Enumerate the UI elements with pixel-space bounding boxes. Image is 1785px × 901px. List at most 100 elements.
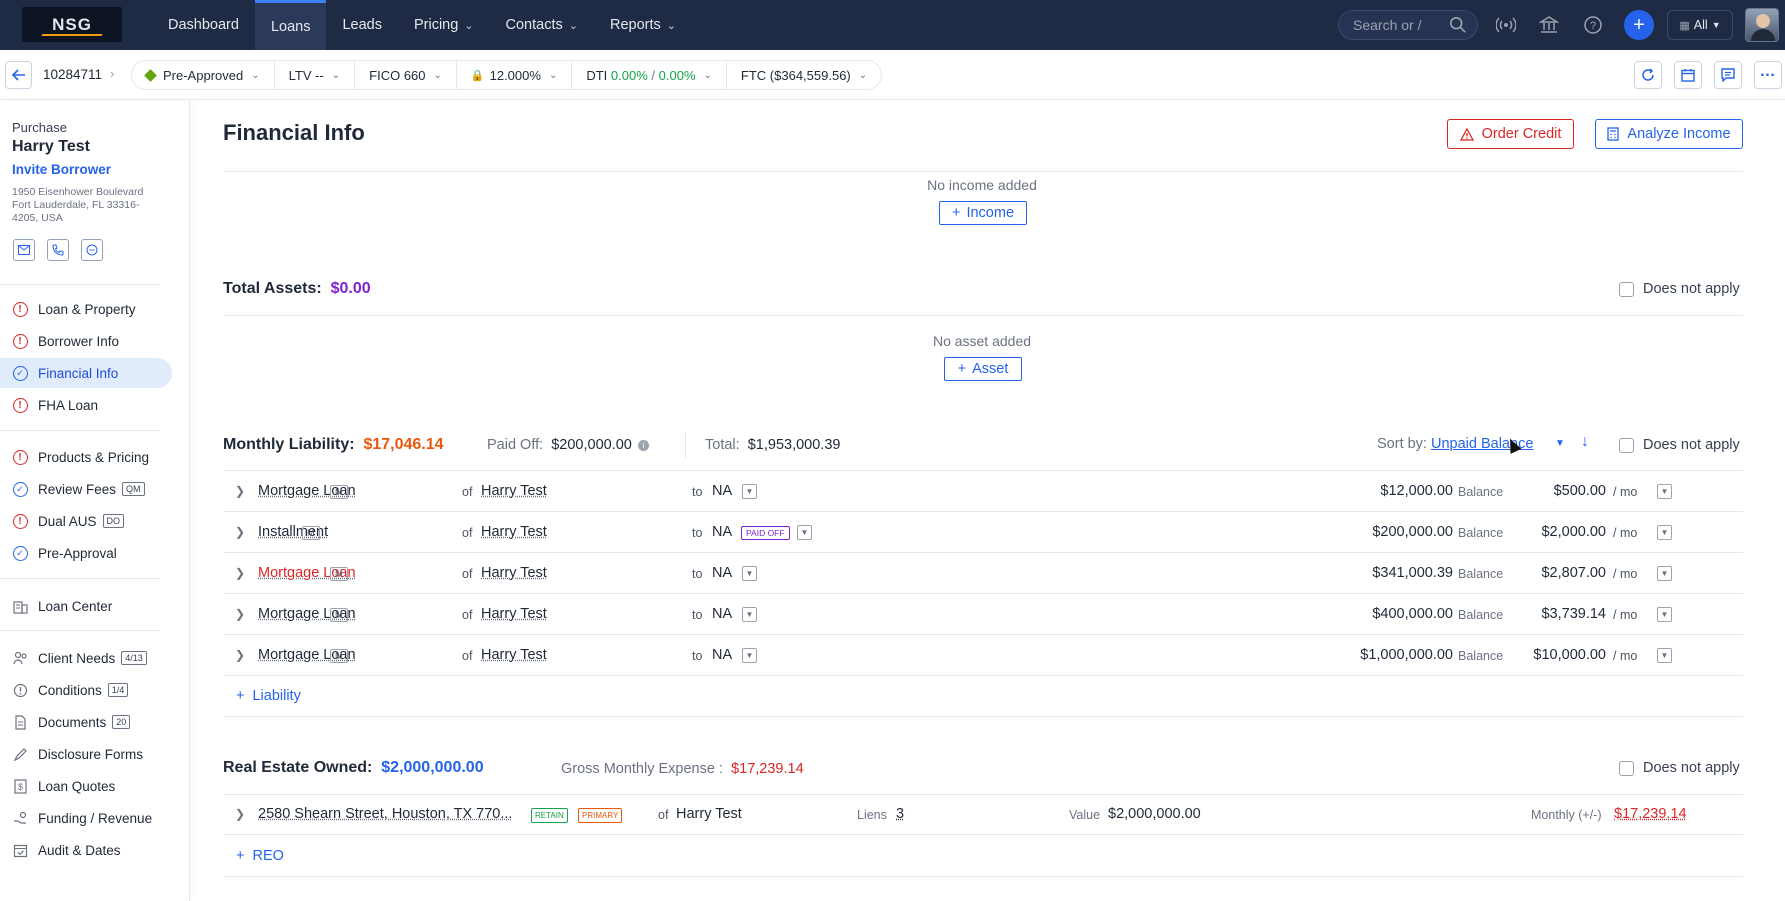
chevron-down-icon[interactable]: ▼ <box>742 648 757 663</box>
loan-number[interactable]: 10284711 <box>43 67 102 82</box>
nav-pricing[interactable]: Pricing ⌄ <box>398 0 490 50</box>
liability-badge: M <box>330 485 348 499</box>
liability-row[interactable]: ❯ Mortgage Loan Mof Harry Test to NA ▼ $12,000.… <box>223 471 1743 512</box>
sidebar-item-review-fees[interactable]: ✓ Review Fees QM <box>0 474 172 504</box>
ftc-chip[interactable]: FTC ($364,559.56) ⌄ <box>727 60 881 90</box>
chevron-down-icon[interactable]: ▼ <box>742 484 757 499</box>
ellipsis-icon: … <box>1759 63 1777 80</box>
add-asset-button[interactable]: + Asset <box>944 357 1022 381</box>
sidebar-item-conditions[interactable]: Conditions 1/4 <box>0 675 172 705</box>
scope-selector[interactable]: ▦ All ▼ <box>1667 10 1733 40</box>
assets-does-not-apply[interactable]: Does not apply <box>1619 281 1740 297</box>
messages-button[interactable] <box>1714 61 1742 89</box>
add-reo-button[interactable]: + REO <box>236 848 284 864</box>
sidebar-item-funding-revenue[interactable]: Funding / Revenue <box>0 803 172 833</box>
sidebar-item-loan-quotes[interactable]: $ Loan Quotes <box>0 771 172 801</box>
chevron-down-icon[interactable]: ▼ <box>797 525 812 540</box>
liability-borrower-link[interactable]: Harry Test <box>481 606 547 622</box>
chevron-down-icon[interactable]: ▼ <box>1657 607 1672 622</box>
help-icon[interactable]: ? <box>1581 13 1605 37</box>
company-logo[interactable]: NSG <box>22 7 122 42</box>
reo-does-not-apply[interactable]: Does not apply <box>1619 760 1740 776</box>
chevron-down-icon[interactable]: ▼ <box>1657 648 1672 663</box>
chevron-down-icon[interactable]: ▼ <box>742 566 757 581</box>
rate-chip[interactable]: 🔒 12.000% ⌄ <box>457 60 573 90</box>
nav-dashboard[interactable]: Dashboard <box>152 0 255 50</box>
call-button[interactable] <box>47 239 69 261</box>
analyze-income-button[interactable]: Analyze Income <box>1595 119 1743 149</box>
liability-borrower-link[interactable]: Harry Test <box>481 483 547 499</box>
liability-borrower-link[interactable]: Harry Test <box>481 647 547 663</box>
hand-coin-icon <box>12 810 28 826</box>
chevron-right-icon[interactable]: ❯ <box>235 484 245 498</box>
order-credit-button[interactable]: Order Credit <box>1447 119 1574 149</box>
nav-contacts[interactable]: Contacts ⌄ <box>490 0 594 50</box>
back-button[interactable] <box>5 61 32 89</box>
calendar-button[interactable] <box>1674 61 1702 89</box>
warning-icon: ! <box>12 301 28 317</box>
chevron-right-icon[interactable]: ❯ <box>235 525 245 539</box>
liability-borrower-link[interactable]: Harry Test <box>481 524 547 540</box>
chevron-right-icon[interactable]: ❯ <box>235 607 245 621</box>
nav-loans[interactable]: Loans <box>254 0 327 50</box>
liens-count[interactable]: 3 <box>896 806 904 822</box>
more-options-button[interactable]: … <box>1754 61 1782 89</box>
liability-badge: M <box>330 608 348 622</box>
chevron-down-icon[interactable]: ▼ <box>742 607 757 622</box>
chevron-right-icon[interactable]: ❯ <box>235 648 245 662</box>
sidebar-item-disclosure-forms[interactable]: Disclosure Forms <box>0 739 172 769</box>
text-message-button[interactable] <box>81 239 103 261</box>
chevron-right-icon[interactable]: ❯ <box>235 807 245 821</box>
status-chip[interactable]: Pre-Approved ⌄ <box>132 60 275 90</box>
does-not-apply-checkbox[interactable] <box>1619 281 1634 297</box>
ltv-chip[interactable]: LTV -- ⌄ <box>275 60 356 90</box>
broadcast-icon[interactable] <box>1494 13 1518 37</box>
dti-chip[interactable]: DTI 0.00% / 0.00% ⌄ <box>572 60 727 90</box>
sidebar-item-label: Pre-Approval <box>38 545 117 561</box>
liability-does-not-apply[interactable]: Does not apply <box>1619 437 1740 453</box>
does-not-apply-checkbox[interactable] <box>1619 760 1634 776</box>
sidebar-item-financial-info[interactable]: ✓ Financial Info <box>0 358 172 388</box>
reo-section-title: Real Estate Owned: $2,000,000.00 <box>223 759 484 777</box>
invite-borrower-link[interactable]: Invite Borrower <box>12 162 111 177</box>
user-avatar[interactable] <box>1745 8 1779 42</box>
chevron-right-icon[interactable]: ❯ <box>235 566 245 580</box>
sidebar-item-dual-aus[interactable]: ! Dual AUS DO <box>0 506 172 536</box>
monthly-payment-value: $3,739.14 <box>1541 606 1606 622</box>
liability-borrower-link[interactable]: Harry Test <box>481 565 547 581</box>
liability-row[interactable]: ❯ Mortgage Loan Mof Harry Test to NA ▼ $1,000,0… <box>223 635 1743 676</box>
refresh-button[interactable] <box>1634 61 1662 89</box>
nav-leads[interactable]: Leads <box>326 0 398 50</box>
monthly-net-value[interactable]: $17,239.14 <box>1614 806 1687 822</box>
create-new-button[interactable]: + <box>1624 10 1654 40</box>
liability-row[interactable]: ❯ Mortgage Loan Mof Harry Test to NA ▼ $341,000… <box>223 553 1743 594</box>
global-search-input[interactable]: Search or / <box>1338 10 1478 40</box>
liability-row[interactable]: ❯ Mortgage Loan Mof Harry Test to NA ▼ $400,000… <box>223 594 1743 635</box>
liability-row[interactable]: ❯ Installment Mof Harry Test to NA PAID OFF ▼ $2… <box>223 512 1743 553</box>
sidebar-item-products-pricing[interactable]: ! Products & Pricing <box>0 442 172 472</box>
sidebar-item-loan-property[interactable]: ! Loan & Property <box>0 294 172 324</box>
does-not-apply-checkbox[interactable] <box>1619 437 1634 453</box>
reo-address-link[interactable]: 2580 Shearn Street, Houston, TX 770... <box>258 806 512 822</box>
sidebar-item-client-needs[interactable]: Client Needs 4/13 <box>0 643 172 673</box>
checkbox-label: Does not apply <box>1643 760 1740 776</box>
reo-row[interactable]: ❯ 2580 Shearn Street, Houston, TX 770...… <box>223 794 1743 835</box>
sidebar-item-pre-approval[interactable]: ✓ Pre-Approval <box>0 538 172 568</box>
nav-reports[interactable]: Reports ⌄ <box>594 0 692 50</box>
sort-dropdown-icon[interactable]: ▼ <box>1555 438 1565 449</box>
fico-chip[interactable]: FICO 660 ⌄ <box>355 60 457 90</box>
sort-direction-icon[interactable]: ↓ <box>1581 433 1589 451</box>
sidebar-item-borrower-info[interactable]: ! Borrower Info <box>0 326 172 356</box>
email-button[interactable] <box>13 239 35 261</box>
sidebar-item-fha-loan[interactable]: ! FHA Loan <box>0 390 172 420</box>
bank-icon[interactable] <box>1537 13 1561 37</box>
chevron-down-icon[interactable]: ▼ <box>1657 525 1672 540</box>
add-liability-button[interactable]: + Liability <box>236 688 301 704</box>
add-income-button[interactable]: + Income <box>939 201 1027 225</box>
chevron-down-icon[interactable]: ▼ <box>1657 484 1672 499</box>
sidebar-item-audit-dates[interactable]: Audit & Dates <box>0 835 172 865</box>
sidebar-item-documents[interactable]: Documents 20 <box>0 707 172 737</box>
sidebar-item-loan-center[interactable]: Loan Center <box>0 591 172 621</box>
chevron-down-icon[interactable]: ▼ <box>1657 566 1672 581</box>
info-icon[interactable]: i <box>637 439 649 451</box>
